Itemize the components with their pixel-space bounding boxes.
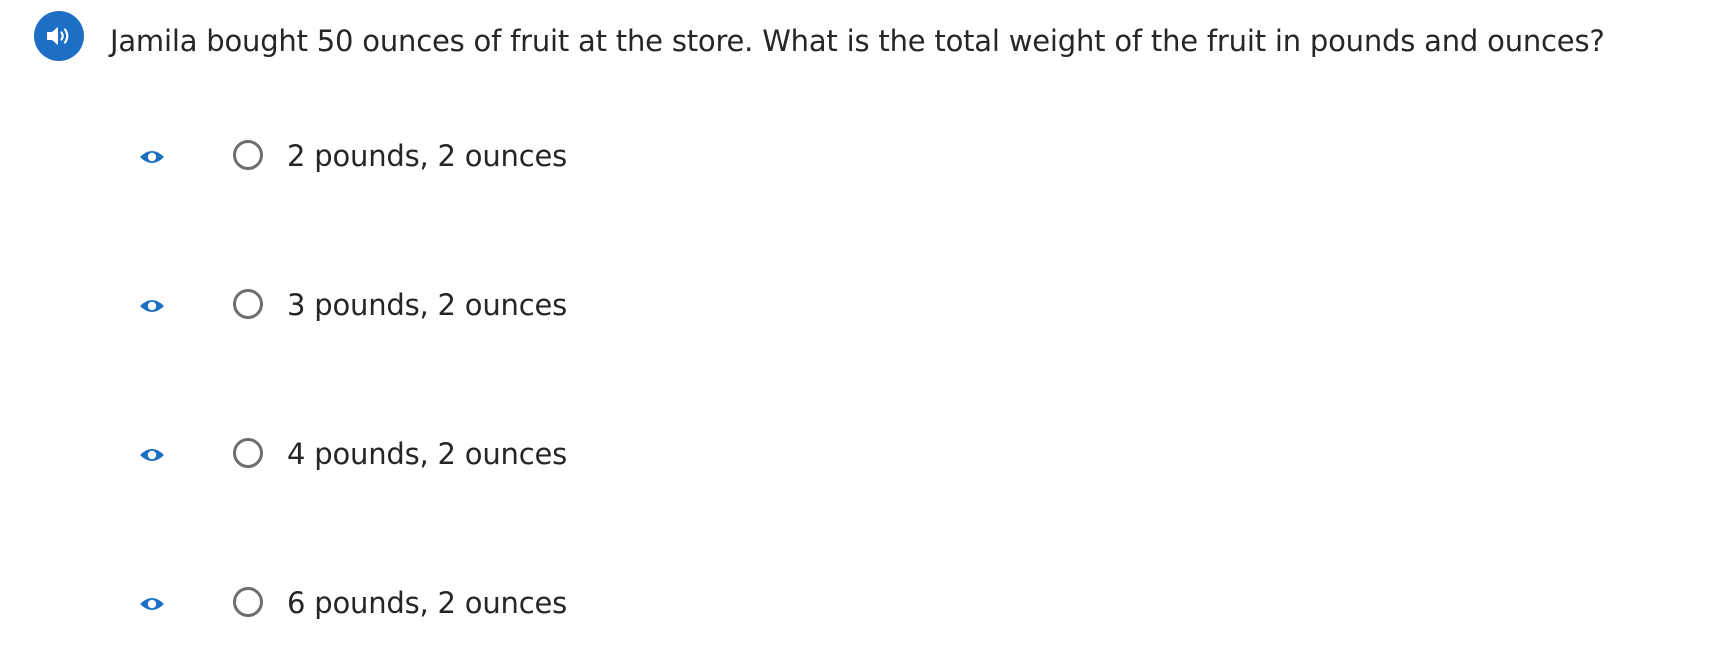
option-label: 2 pounds, 2 ounces — [287, 139, 567, 173]
eye-icon[interactable] — [138, 146, 166, 168]
speaker-icon — [47, 27, 69, 45]
option-label: 4 pounds, 2 ounces — [287, 437, 567, 471]
question-text: Jamila bought 50 ounces of fruit at the … — [110, 24, 1605, 58]
radio-button[interactable] — [233, 587, 263, 617]
radio-button[interactable] — [233, 289, 263, 319]
radio-button[interactable] — [233, 438, 263, 468]
option-label: 6 pounds, 2 ounces — [287, 586, 567, 620]
read-aloud-button[interactable] — [34, 11, 84, 61]
eye-icon[interactable] — [138, 295, 166, 317]
radio-button[interactable] — [233, 140, 263, 170]
eye-icon[interactable] — [138, 593, 166, 615]
eye-icon[interactable] — [138, 444, 166, 466]
option-label: 3 pounds, 2 ounces — [287, 288, 567, 322]
